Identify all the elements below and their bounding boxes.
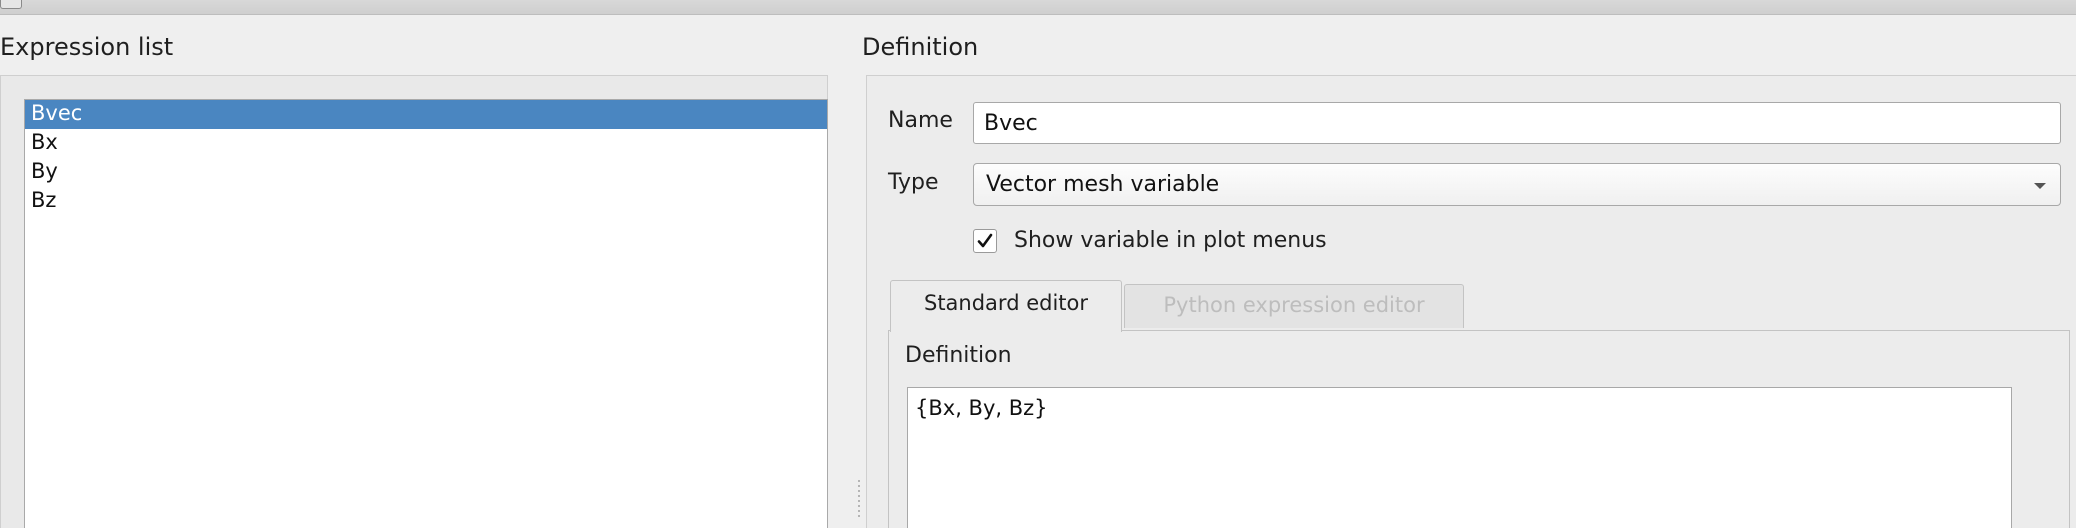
chevron-down-icon (2034, 183, 2046, 189)
list-item-bx[interactable]: Bx (25, 129, 827, 158)
name-label: Name (888, 108, 953, 133)
definition-editor-text: {Bx, By, Bz} (915, 396, 1048, 420)
type-label: Type (888, 170, 939, 195)
show-in-plot-menus-checkbox[interactable] (973, 229, 997, 253)
checkmark-icon (977, 233, 993, 248)
definition-editor-label: Definition (905, 343, 1012, 368)
definition-editor[interactable]: {Bx, By, Bz} (907, 387, 2012, 528)
definition-group-label: Definition (862, 33, 979, 61)
type-dropdown[interactable]: Vector mesh variable (973, 163, 2061, 206)
type-dropdown-value: Vector mesh variable (986, 172, 1220, 197)
show-in-plot-menus-label[interactable]: Show variable in plot menus (1014, 228, 1327, 253)
list-item-bz[interactable]: Bz (25, 187, 827, 216)
window-menu-icon[interactable] (0, 0, 22, 9)
tab-python-expression-editor[interactable]: Python expression editor (1124, 284, 1464, 328)
expression-list-label: Expression list (0, 33, 174, 61)
splitter-handle[interactable] (858, 480, 860, 520)
list-item-bvec[interactable]: Bvec (25, 100, 827, 129)
expression-list[interactable]: Bvec Bx By Bz (24, 99, 828, 528)
list-item-by[interactable]: By (25, 158, 827, 187)
tab-standard-editor[interactable]: Standard editor (890, 280, 1122, 332)
window-titlebar (0, 0, 2076, 15)
name-input[interactable] (973, 102, 2061, 144)
